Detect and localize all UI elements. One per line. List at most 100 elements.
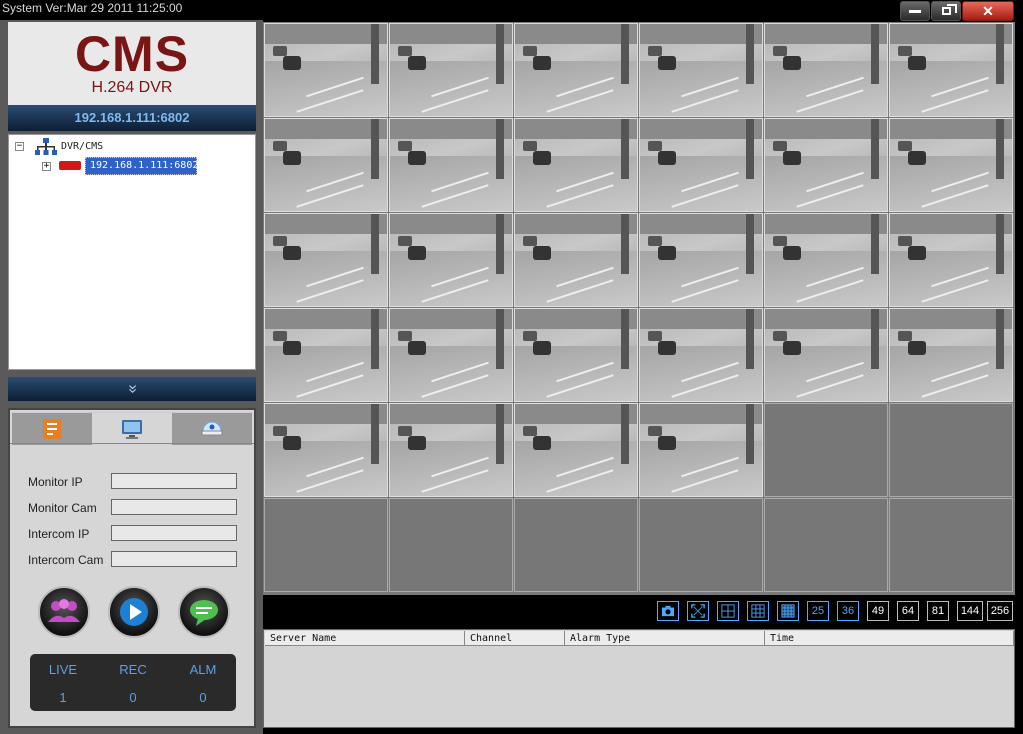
layout-4-icon: [721, 604, 735, 618]
fullscreen-button[interactable]: [687, 601, 709, 621]
logo: CMS H.264 DVR: [8, 22, 256, 105]
intercom-cam-label: Intercom Cam: [28, 553, 104, 567]
video-feed[interactable]: [389, 308, 513, 402]
col-alarm-type[interactable]: Alarm Type: [565, 631, 765, 646]
control-panel: Monitor IP Monitor Cam Intercom IP Inter…: [8, 408, 256, 728]
rec-count: 0: [129, 690, 137, 705]
snapshot-button[interactable]: [657, 601, 679, 621]
intercom-button[interactable]: [38, 586, 90, 638]
video-feed[interactable]: [639, 23, 763, 117]
monitor-ip-label: Monitor IP: [28, 475, 83, 489]
close-icon: ✕: [982, 2, 994, 19]
tree-item-device[interactable]: 192.168.1.111:6802: [85, 157, 199, 175]
col-server-name[interactable]: Server Name: [265, 631, 465, 646]
video-feed[interactable]: [389, 118, 513, 212]
layout-49-button[interactable]: 49: [867, 601, 889, 621]
video-feed[interactable]: [389, 403, 513, 497]
video-feed[interactable]: [514, 213, 638, 307]
video-feed[interactable]: [889, 213, 1013, 307]
monitor-cam-input[interactable]: [111, 499, 237, 515]
layout-16-button[interactable]: [777, 601, 799, 621]
video-cell-empty[interactable]: [514, 498, 638, 592]
layout-9-icon: [751, 604, 765, 618]
tree-root-expander[interactable]: −: [15, 142, 24, 151]
tree-root-label[interactable]: DVR/CMS: [61, 141, 103, 152]
play-icon: [120, 598, 148, 626]
tab-device-config[interactable]: [12, 412, 92, 445]
video-feed[interactable]: [514, 23, 638, 117]
layout-36-button[interactable]: 36: [837, 601, 859, 621]
video-feed[interactable]: [514, 308, 638, 402]
minimize-icon: [909, 9, 921, 13]
video-feed[interactable]: [764, 118, 888, 212]
video-grid: [263, 22, 1015, 595]
logo-sub: H.264 DVR: [91, 79, 173, 96]
live-count: 1: [59, 690, 67, 705]
play-button[interactable]: [108, 586, 160, 638]
video-feed[interactable]: [764, 213, 888, 307]
alm-label: ALM: [189, 662, 217, 677]
video-cell-empty[interactable]: [389, 498, 513, 592]
layout-4-button[interactable]: [717, 601, 739, 621]
intercom-cam-input[interactable]: [111, 551, 237, 567]
video-feed[interactable]: [264, 23, 388, 117]
maximize-button[interactable]: [931, 1, 961, 21]
collapse-toggle[interactable]: »: [8, 377, 256, 401]
tree-item-label: 192.168.1.111:6802: [90, 160, 199, 171]
network-tree-icon: [35, 138, 57, 155]
video-feed[interactable]: [889, 118, 1013, 212]
video-feed[interactable]: [389, 23, 513, 117]
chat-button[interactable]: [178, 586, 230, 638]
video-feed[interactable]: [764, 308, 888, 402]
video-feed[interactable]: [639, 118, 763, 212]
status-panel: LIVE REC ALM 1 0 0: [30, 654, 236, 711]
video-feed[interactable]: [514, 118, 638, 212]
alm-count: 0: [199, 690, 207, 705]
video-feed[interactable]: [264, 118, 388, 212]
video-feed[interactable]: [639, 308, 763, 402]
video-feed[interactable]: [514, 403, 638, 497]
close-button[interactable]: ✕: [962, 1, 1014, 21]
dvr-device-icon: [59, 161, 81, 170]
layout-25-button[interactable]: 25: [807, 601, 829, 621]
video-feed[interactable]: [389, 213, 513, 307]
monitor-cam-label: Monitor Cam: [28, 501, 97, 515]
video-feed[interactable]: [264, 308, 388, 402]
tab-monitor[interactable]: [92, 412, 172, 445]
video-feed[interactable]: [639, 403, 763, 497]
video-cell-empty[interactable]: [764, 498, 888, 592]
video-feed[interactable]: [639, 213, 763, 307]
layout-144-button[interactable]: 144: [957, 601, 983, 621]
video-feed[interactable]: [264, 403, 388, 497]
layout-81-button[interactable]: 81: [927, 601, 949, 621]
video-cell-empty[interactable]: [639, 498, 763, 592]
video-feed[interactable]: [764, 23, 888, 117]
device-tree: − DVR/CMS + 192.168.1.111:6802: [8, 134, 256, 370]
view-toolbar: 25 36 49 64 81 144 256: [263, 597, 1015, 627]
tab-ptz[interactable]: [172, 412, 252, 445]
video-feed[interactable]: [889, 308, 1013, 402]
intercom-ip-input[interactable]: [111, 525, 237, 541]
title-bar: System Ver:Mar 29 2011 11:25:00 ✕: [0, 0, 1023, 21]
video-cell-empty[interactable]: [889, 403, 1013, 497]
alarm-table: Server Name Channel Alarm Type Time: [263, 629, 1015, 728]
live-label: LIVE: [48, 662, 78, 677]
layout-64-button[interactable]: 64: [897, 601, 919, 621]
video-cell-empty[interactable]: [264, 498, 388, 592]
video-feed[interactable]: [889, 23, 1013, 117]
fullscreen-icon: [691, 604, 705, 618]
monitor-icon: [122, 420, 142, 439]
monitor-ip-input[interactable]: [111, 473, 237, 489]
layout-9-button[interactable]: [747, 601, 769, 621]
tree-child-expander[interactable]: +: [42, 162, 51, 171]
intercom-group-icon: [48, 599, 80, 622]
minimize-button[interactable]: [900, 1, 930, 21]
col-channel[interactable]: Channel: [465, 631, 565, 646]
video-feed[interactable]: [264, 213, 388, 307]
video-cell-empty[interactable]: [764, 403, 888, 497]
rec-label: REC: [119, 662, 147, 677]
layout-256-button[interactable]: 256: [987, 601, 1013, 621]
col-time[interactable]: Time: [765, 631, 1014, 646]
video-cell-empty[interactable]: [889, 498, 1013, 592]
chevron-down-icon: »: [124, 384, 141, 394]
